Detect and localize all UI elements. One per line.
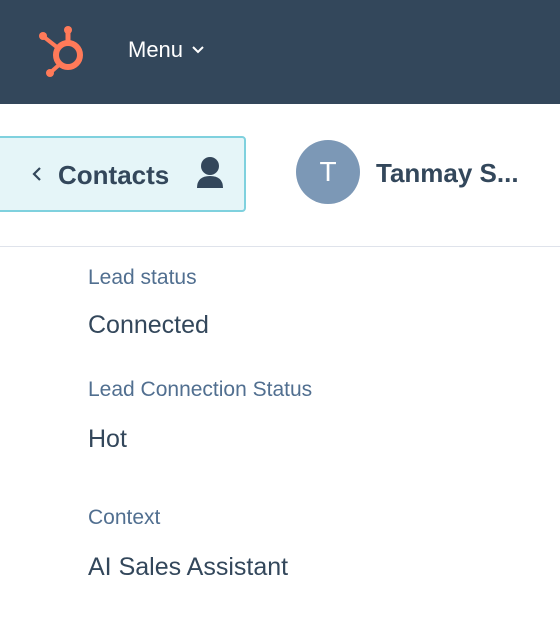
user-name[interactable]: Tanmay S... [376,156,519,190]
property-value-lead-connection-status[interactable]: Hot [88,425,127,454]
chevron-down-icon [191,43,205,57]
property-label-lead-connection-status: Lead Connection Status [88,378,313,401]
property-label-lead-status: Lead status [88,266,197,289]
person-icon [197,157,223,188]
menu-button[interactable]: Menu [128,34,205,66]
avatar-initial: T [319,156,337,187]
back-button-label: Contacts [58,160,170,190]
top-nav-bar: Menu [0,0,560,104]
hubspot-logo-icon[interactable] [36,22,92,78]
chevron-left-icon [32,167,41,181]
back-to-contacts-button[interactable]: Contacts [0,136,246,212]
property-label-context: Context [88,506,161,529]
avatar[interactable]: T [296,140,360,204]
property-value-context[interactable]: AI Sales Assistant [88,553,288,582]
property-value-lead-status[interactable]: Connected [88,311,209,340]
menu-label: Menu [128,37,184,62]
